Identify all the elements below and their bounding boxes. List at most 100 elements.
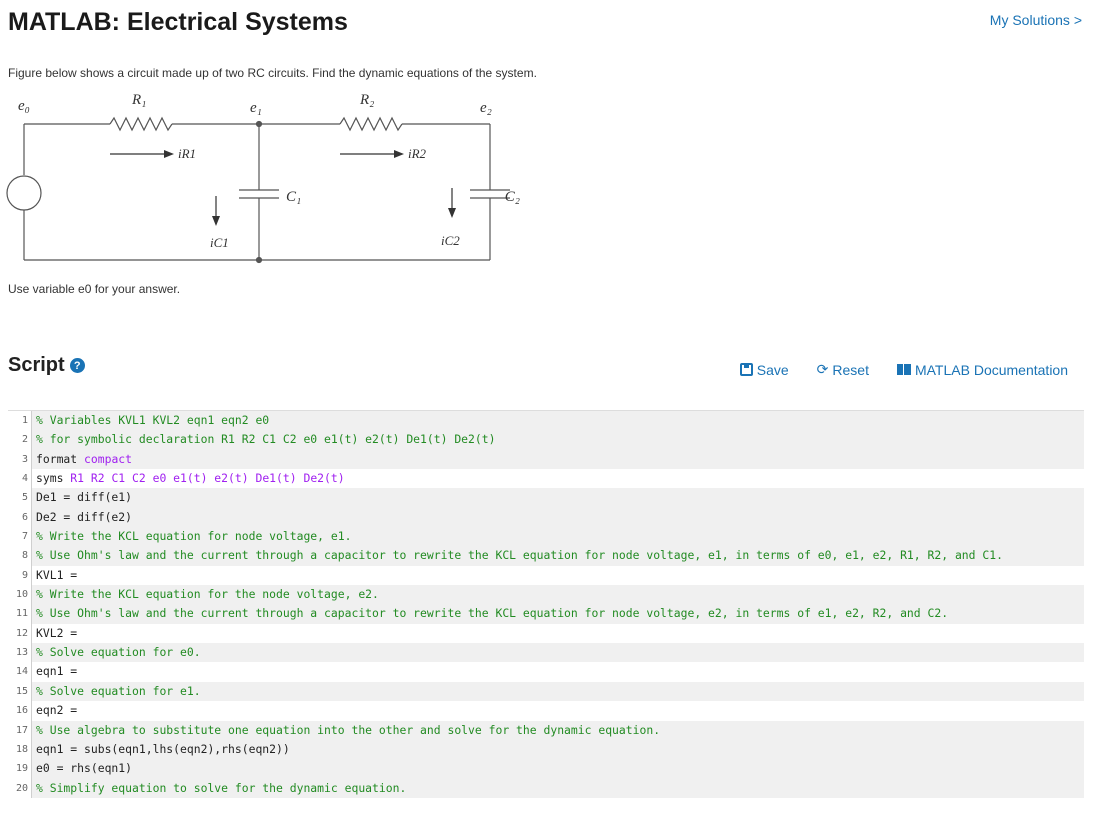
code-text[interactable]: % Use Ohm's law and the current through …: [32, 604, 1084, 624]
code-token: eqn2 =: [36, 703, 85, 718]
script-header: Script ?: [8, 354, 85, 377]
code-keyword: compact: [84, 451, 133, 466]
code-text[interactable]: % Write the KCL equation for node voltag…: [32, 527, 1084, 547]
question-icon[interactable]: ?: [69, 358, 85, 373]
code-comment: % Solve equation for e1.: [36, 683, 201, 698]
line-number: 2: [8, 430, 32, 450]
code-token: De2 = diff(e2): [36, 509, 133, 524]
label-c1: C₁: [286, 189, 301, 205]
code-line[interactable]: 7 % Write the KCL equation for node volta…: [8, 527, 1084, 547]
script-toolbar: Save ⟳ Reset MATLAB Documentation: [739, 361, 1068, 378]
code-line[interactable]: 11 % Use Ohm's law and the current throug…: [8, 604, 1084, 624]
line-number: 11: [8, 604, 32, 624]
code-text[interactable]: De1 = diff(e1): [32, 488, 1084, 508]
line-number: 6: [8, 507, 32, 528]
line-number: 1: [8, 411, 32, 431]
code-line[interactable]: 10 % Write the KCL equation for the node …: [8, 585, 1084, 605]
documentation-link[interactable]: MATLAB Documentation: [896, 361, 1068, 378]
resistor-r2: [339, 116, 403, 132]
line-number: 5: [8, 488, 32, 508]
code-comment: % Variables KVL1 KVL2 eqn1 eqn2 e0: [36, 413, 270, 427]
save-button[interactable]: Save: [739, 361, 789, 378]
code-text[interactable]: % for symbolic declaration R1 R2 C1 C2 e…: [32, 430, 1084, 450]
resistor-r1: [109, 116, 173, 132]
code-line[interactable]: 8 % Use Ohm's law and the current through…: [8, 546, 1084, 566]
code-token: eqn1 =: [36, 664, 85, 679]
code-text[interactable]: % Solve equation for e1.: [32, 681, 1084, 702]
label-e1: e₁: [250, 100, 262, 116]
line-number: 12: [8, 623, 32, 644]
code-line[interactable]: 9 KVL1 =: [8, 565, 1084, 586]
code-text[interactable]: % Use Ohm's law and the current through …: [32, 546, 1084, 566]
line-number: 14: [8, 662, 32, 682]
code-text[interactable]: syms R1 R2 C1 C2 e0 e1(t) e2(t) De1(t) D…: [32, 469, 1084, 489]
line-number: 9: [8, 565, 32, 586]
code-text[interactable]: % Solve equation for e0.: [32, 643, 1084, 663]
code-token: syms: [36, 471, 71, 486]
reset-label: Reset: [832, 361, 869, 378]
code-line[interactable]: 18 eqn1 = subs(eqn1,lhs(eqn2),rhs(eqn2)): [8, 739, 1084, 760]
code-token: De1 = diff(e1): [36, 490, 133, 505]
code-text[interactable]: eqn2 =: [32, 701, 1084, 721]
label-ir1: iR1: [178, 146, 196, 161]
code-line[interactable]: 1 % Variables KVL1 KVL2 eqn1 eqn2 e0: [8, 411, 1084, 431]
circuit-diagram: e₀ R₁ e₁ R₂ e₂ iR1 iR2 iC1 iC2 C₁ C₂: [6, 92, 520, 264]
code-text[interactable]: De2 = diff(e2): [32, 507, 1084, 528]
code-line[interactable]: 20 % Simplify equation to solve for the d…: [8, 778, 1084, 798]
label-ic2: iC2: [441, 233, 460, 248]
code-line[interactable]: 15 % Solve equation for e1.: [8, 681, 1084, 702]
label-e0: e₀: [18, 98, 30, 114]
voltage-source: [6, 175, 42, 211]
code-comment: % Write the KCL equation for the node vo…: [36, 587, 379, 602]
code-text[interactable]: eqn1 =: [32, 662, 1084, 682]
code-text[interactable]: KVL1 =: [32, 565, 1084, 586]
code-text[interactable]: KVL2 =: [32, 623, 1084, 644]
code-line[interactable]: 14 eqn1 =: [8, 662, 1084, 682]
line-number: 10: [8, 585, 32, 605]
code-token: e0 = rhs(eqn1): [36, 761, 133, 776]
arrow-ir1-head: [164, 150, 174, 158]
code-line[interactable]: 4 syms R1 R2 C1 C2 e0 e1(t) e2(t) De1(t) …: [8, 469, 1084, 489]
line-number: 13: [8, 643, 32, 663]
documentation-label: MATLAB Documentation: [914, 361, 1068, 378]
save-icon: [739, 363, 753, 376]
code-line[interactable]: 6 De2 = diff(e2): [8, 507, 1084, 528]
label-ir2: iR2: [408, 146, 427, 161]
code-line[interactable]: 2 % for symbolic declaration R1 R2 C1 C2 …: [8, 430, 1084, 450]
arrow-ir2-head: [394, 150, 404, 158]
code-line[interactable]: 5 De1 = diff(e1): [8, 488, 1084, 508]
reset-button[interactable]: ⟳ Reset: [817, 361, 869, 378]
code-line[interactable]: 13 % Solve equation for e0.: [8, 643, 1084, 663]
my-solutions-link[interactable]: My Solutions >: [990, 12, 1082, 28]
label-ic1: iC1: [210, 235, 229, 250]
code-comment: % Use Ohm's law and the current through …: [36, 606, 949, 621]
code-line[interactable]: 17 % Use algebra to substitute one equati…: [8, 720, 1084, 740]
code-text[interactable]: % Use algebra to substitute one equation…: [32, 720, 1084, 740]
code-text[interactable]: % Simplify equation to solve for the dyn…: [32, 778, 1084, 798]
code-text[interactable]: % Variables KVL1 KVL2 eqn1 eqn2 e0: [32, 411, 1084, 431]
line-number: 18: [8, 739, 32, 760]
code-line[interactable]: 16 eqn2 =: [8, 701, 1084, 721]
reset-icon: ⟳: [816, 361, 829, 377]
problem-hint: Use variable e0 for your answer.: [8, 282, 181, 296]
code-comment: % Use Ohm's law and the current through …: [36, 548, 1003, 563]
problem-prompt: Figure below shows a circuit made up of …: [8, 66, 537, 80]
code-line[interactable]: 12 KVL2 =: [8, 623, 1084, 644]
code-line[interactable]: 3 format compact: [8, 449, 1084, 470]
label-r1: R₁: [131, 92, 146, 108]
line-number: 4: [8, 469, 32, 489]
line-number: 16: [8, 701, 32, 721]
line-number: 15: [8, 681, 32, 702]
book-icon: [896, 364, 911, 375]
code-editor[interactable]: 1 % Variables KVL1 KVL2 eqn1 eqn2 e0 2 % fo…: [8, 410, 1084, 799]
code-keyword: R1 R2 C1 C2 e0 e1(t) e2(t) De1(t) De2(t): [70, 471, 345, 486]
code-text[interactable]: format compact: [32, 449, 1084, 470]
label-c2: C₂: [505, 189, 520, 205]
line-number: 20: [8, 778, 32, 798]
code-text[interactable]: % Write the KCL equation for the node vo…: [32, 585, 1084, 605]
code-text[interactable]: eqn1 = subs(eqn1,lhs(eqn2),rhs(eqn2)): [32, 739, 1084, 760]
node-dot: [255, 120, 263, 128]
code-line[interactable]: 19 e0 = rhs(eqn1): [8, 759, 1084, 779]
code-comment: % Solve equation for e0.: [36, 645, 201, 660]
code-text[interactable]: e0 = rhs(eqn1): [32, 759, 1084, 779]
